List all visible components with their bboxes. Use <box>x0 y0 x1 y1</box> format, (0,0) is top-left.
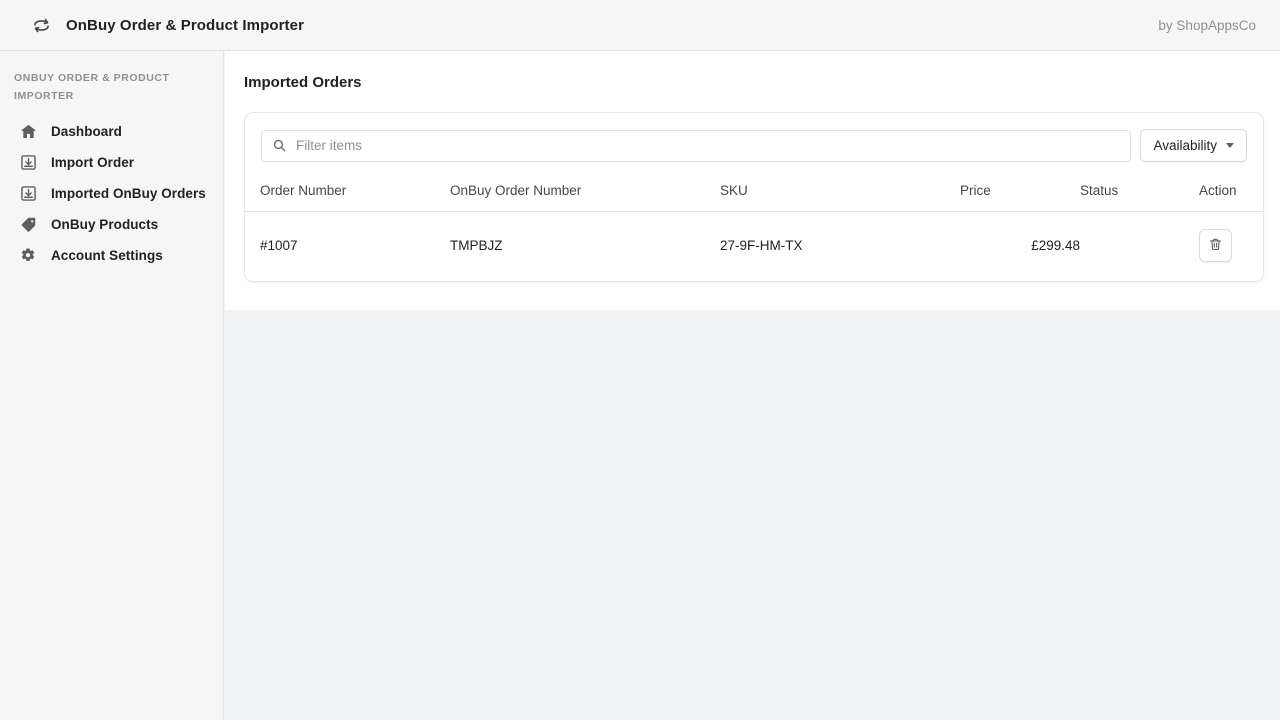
imported-orders-card: Availability Order Number OnBuy Order Nu… <box>244 112 1264 282</box>
filter-items-input[interactable] <box>296 131 1120 161</box>
delete-order-button[interactable] <box>1199 229 1232 262</box>
home-icon <box>18 122 38 142</box>
sidebar-heading: ONBUY ORDER & PRODUCT IMPORTER <box>0 69 223 105</box>
sidebar-item-label: Dashboard <box>51 124 122 139</box>
app-header: OnBuy Order & Product Importer by ShopAp… <box>0 0 1280 51</box>
column-header-sku: SKU <box>720 176 960 212</box>
column-header-order-number: Order Number <box>245 176 450 212</box>
table-row[interactable]: #1007 TMPBJZ 27-9F-HM-TX £299.48 <box>245 212 1263 282</box>
chevron-down-icon <box>1226 143 1234 148</box>
app-header-left: OnBuy Order & Product Importer <box>0 14 304 36</box>
cell-action <box>1170 212 1263 282</box>
page-title: Imported Orders <box>225 51 1280 91</box>
import-tray-icon <box>18 153 38 173</box>
tag-icon <box>18 215 38 235</box>
import-tray-icon <box>18 184 38 204</box>
column-header-onbuy-order-number: OnBuy Order Number <box>450 176 720 212</box>
table-header: Order Number OnBuy Order Number SKU Pric… <box>245 176 1263 212</box>
sidebar-item-dashboard[interactable]: Dashboard <box>0 116 223 147</box>
sidebar-item-imported-onbuy-orders[interactable]: Imported OnBuy Orders <box>0 178 223 209</box>
availability-label: Availability <box>1153 138 1217 153</box>
sidebar-item-label: OnBuy Products <box>51 217 158 232</box>
gear-icon <box>18 246 38 266</box>
column-header-status: Status <box>1080 176 1170 212</box>
sidebar: ONBUY ORDER & PRODUCT IMPORTER Dashboard… <box>0 51 224 720</box>
search-icon <box>272 138 287 153</box>
cell-sku: 27-9F-HM-TX <box>720 212 960 282</box>
table-header-row: Order Number OnBuy Order Number SKU Pric… <box>245 176 1263 212</box>
sidebar-item-label: Imported OnBuy Orders <box>51 186 206 201</box>
imported-orders-table: Order Number OnBuy Order Number SKU Pric… <box>245 176 1263 281</box>
filter-toolbar: Availability <box>245 113 1263 176</box>
sync-arrows-icon <box>30 14 52 36</box>
trash-icon <box>1208 237 1223 255</box>
cell-price: £299.48 <box>960 212 1080 282</box>
availability-dropdown-button[interactable]: Availability <box>1140 129 1247 162</box>
main-content: Imported Orders Availability Ord <box>225 51 1280 310</box>
cell-order-number: #1007 <box>245 212 450 282</box>
cell-onbuy-order-number: TMPBJZ <box>450 212 720 282</box>
column-header-action: Action <box>1170 176 1263 212</box>
column-header-price: Price <box>960 176 1080 212</box>
sidebar-item-label: Account Settings <box>51 248 163 263</box>
cell-status <box>1080 212 1170 282</box>
table-body: #1007 TMPBJZ 27-9F-HM-TX £299.48 <box>245 212 1263 282</box>
app-attribution: by ShopAppsCo <box>1158 18 1280 33</box>
app-title: OnBuy Order & Product Importer <box>66 17 304 34</box>
filter-search-wrap[interactable] <box>261 130 1131 162</box>
sidebar-item-label: Import Order <box>51 155 134 170</box>
sidebar-item-import-order[interactable]: Import Order <box>0 147 223 178</box>
sidebar-item-account-settings[interactable]: Account Settings <box>0 240 223 271</box>
sidebar-item-onbuy-products[interactable]: OnBuy Products <box>0 209 223 240</box>
